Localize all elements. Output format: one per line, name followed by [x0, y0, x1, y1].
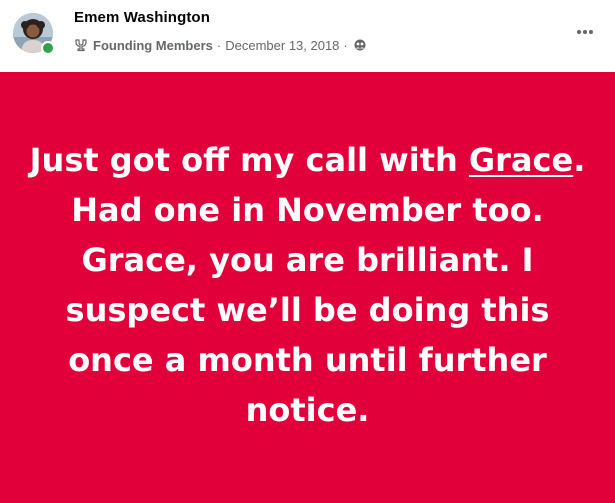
- meta-separator: ·: [343, 37, 348, 53]
- post-background: Just got off my call with Grace. Had one…: [0, 72, 615, 503]
- post-text-part: . Had one in November too. Grace, you ar…: [65, 140, 586, 429]
- author-name[interactable]: Emem Washington: [74, 9, 210, 26]
- post-text: Just got off my call with Grace. Had one…: [28, 135, 588, 435]
- post-card: Emem Washington Founding Members · Decem…: [0, 0, 615, 503]
- founding-member-badge-icon: [74, 38, 88, 52]
- more-options-icon: [577, 30, 581, 34]
- online-status-indicator: [41, 41, 55, 55]
- post-date-link[interactable]: December 13, 2018: [225, 38, 339, 53]
- post-text-part: Just got off my call with: [29, 140, 469, 179]
- more-options-button[interactable]: [569, 16, 601, 48]
- mention-link[interactable]: Grace: [469, 141, 573, 179]
- more-options-icon: [589, 30, 593, 34]
- more-options-icon: [583, 30, 587, 34]
- author-avatar[interactable]: [13, 13, 55, 55]
- post-header: Emem Washington Founding Members · Decem…: [0, 0, 615, 72]
- meta-separator: ·: [216, 37, 222, 53]
- group-role-link[interactable]: Founding Members: [93, 38, 213, 53]
- members-audience-icon[interactable]: [354, 39, 366, 51]
- post-meta: Founding Members · December 13, 2018 ·: [74, 36, 366, 54]
